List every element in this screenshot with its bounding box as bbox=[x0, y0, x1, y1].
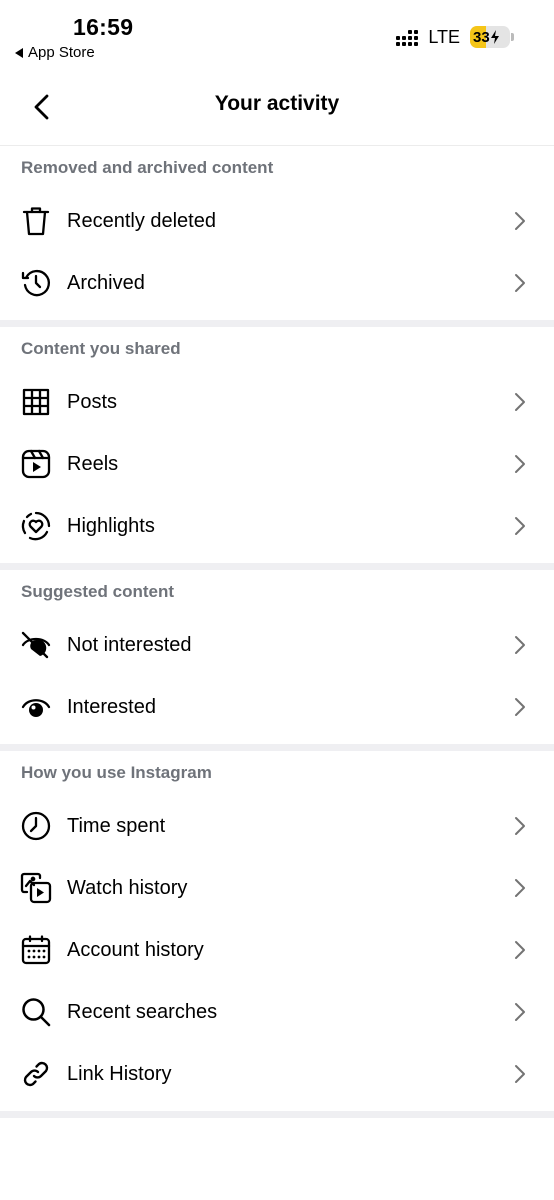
row-label: Archived bbox=[67, 271, 145, 294]
row-label: Account history bbox=[67, 938, 204, 961]
eye-icon bbox=[20, 691, 52, 723]
chevron-right-icon bbox=[510, 273, 530, 293]
network-type: LTE bbox=[428, 26, 460, 47]
chevron-right-icon bbox=[510, 697, 530, 717]
row-time-spent[interactable]: Time spent bbox=[0, 795, 554, 857]
grid-icon bbox=[20, 386, 52, 418]
row-label: Not interested bbox=[67, 633, 192, 656]
section-divider bbox=[0, 563, 554, 570]
section-divider bbox=[0, 1111, 554, 1118]
row-link-history[interactable]: Link History bbox=[0, 1043, 554, 1105]
section-header-how-you-use: How you use Instagram bbox=[21, 763, 212, 782]
chevron-right-icon bbox=[510, 516, 530, 536]
archive-clock-icon bbox=[20, 267, 52, 299]
section-header-suggested: Suggested content bbox=[21, 582, 175, 601]
search-icon bbox=[20, 996, 52, 1028]
highlights-icon bbox=[20, 510, 52, 542]
section-divider bbox=[0, 320, 554, 327]
status-indicators: LTE 33 bbox=[396, 26, 514, 48]
row-label: Highlights bbox=[67, 514, 155, 537]
row-posts[interactable]: Posts bbox=[0, 371, 554, 433]
row-recently-deleted[interactable]: Recently deleted bbox=[0, 190, 554, 252]
row-label: Link History bbox=[67, 1062, 172, 1085]
row-interested[interactable]: Interested bbox=[0, 676, 554, 738]
chevron-right-icon bbox=[510, 635, 530, 655]
signal-icon bbox=[396, 28, 419, 46]
row-reels[interactable]: Reels bbox=[0, 433, 554, 495]
nav-bar: Your activity bbox=[0, 72, 554, 146]
charging-bolt-icon bbox=[490, 30, 499, 44]
section-header-removed-archived: Removed and archived content bbox=[21, 158, 274, 177]
eye-off-icon bbox=[20, 629, 52, 661]
row-highlights[interactable]: Highlights bbox=[0, 495, 554, 557]
page-title: Your activity bbox=[214, 92, 340, 115]
row-recent-searches[interactable]: Recent searches bbox=[0, 981, 554, 1043]
trash-icon bbox=[20, 205, 52, 237]
row-not-interested[interactable]: Not interested bbox=[0, 614, 554, 676]
chevron-right-icon bbox=[510, 211, 530, 231]
clock-icon bbox=[20, 810, 52, 842]
reels-icon bbox=[20, 448, 52, 480]
row-label: Reels bbox=[67, 452, 119, 475]
row-label: Interested bbox=[67, 695, 156, 718]
chevron-right-icon bbox=[510, 1002, 530, 1022]
chevron-right-icon bbox=[510, 454, 530, 474]
section-header-content-shared: Content you shared bbox=[21, 339, 181, 358]
row-account-history[interactable]: Account history bbox=[0, 919, 554, 981]
watch-history-icon bbox=[20, 872, 52, 904]
row-label: Watch history bbox=[67, 876, 188, 899]
chevron-right-icon bbox=[510, 878, 530, 898]
back-to-app-store[interactable]: App Store bbox=[15, 44, 95, 61]
row-label: Recently deleted bbox=[67, 209, 216, 232]
status-bar: 16:59 App Store LTE 33 bbox=[0, 0, 554, 72]
activity-list: Removed and archived content Recently de… bbox=[0, 146, 554, 1118]
status-time: 16:59 bbox=[73, 14, 134, 40]
row-label: Time spent bbox=[67, 814, 166, 837]
back-triangle-icon bbox=[15, 47, 23, 58]
calendar-icon bbox=[20, 934, 52, 966]
row-watch-history[interactable]: Watch history bbox=[0, 857, 554, 919]
chevron-right-icon bbox=[510, 816, 530, 836]
chevron-right-icon bbox=[510, 392, 530, 412]
row-label: Posts bbox=[67, 390, 118, 413]
battery-icon: 33 bbox=[470, 26, 514, 48]
battery-level: 33 bbox=[473, 28, 490, 46]
link-icon bbox=[20, 1058, 52, 1090]
row-archived[interactable]: Archived bbox=[0, 252, 554, 314]
chevron-right-icon bbox=[510, 940, 530, 960]
chevron-right-icon bbox=[510, 1064, 530, 1084]
row-label: Recent searches bbox=[67, 1000, 218, 1023]
section-divider bbox=[0, 744, 554, 751]
back-to-app-label: App Store bbox=[28, 44, 95, 61]
